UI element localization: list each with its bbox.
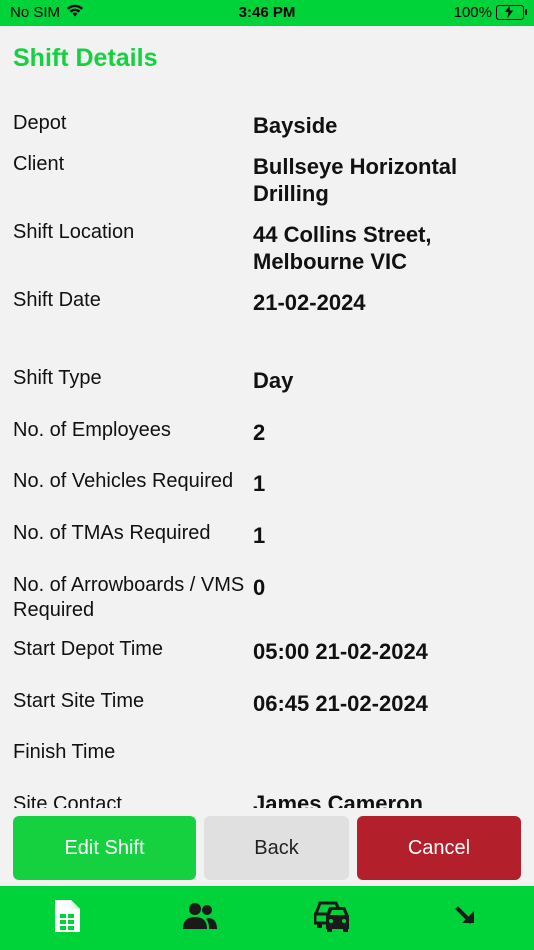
detail-label: Shift Location	[13, 221, 135, 243]
car-icon	[313, 900, 352, 937]
detail-label: No. of Employees	[13, 419, 171, 441]
detail-label: No. of Arrowboards / VMS Required	[13, 574, 245, 621]
action-bar: Edit Shift Back Cancel	[0, 808, 534, 886]
detail-label: No. of TMAs Required	[13, 522, 211, 544]
tab-vehicles[interactable]	[313, 898, 353, 938]
shift-details-list[interactable]: Depot Bayside Client Bullseye Horizontal…	[0, 96, 534, 808]
detail-value: 05:00 21-02-2024	[253, 639, 428, 664]
page-title: Shift Details	[13, 44, 158, 72]
people-icon	[182, 902, 218, 935]
detail-label: Start Depot Time	[13, 638, 164, 660]
detail-label: Finish Time	[13, 741, 116, 763]
tab-finish[interactable]	[447, 898, 487, 938]
detail-value: James Cameron	[253, 791, 423, 808]
back-button[interactable]: Back	[204, 816, 349, 880]
detail-value: 21-02-2024	[253, 290, 366, 315]
detail-value: 2	[253, 420, 266, 445]
detail-value: 06:45 21-02-2024	[253, 691, 428, 716]
status-bar-right: 100%	[453, 4, 527, 21]
detail-label: Shift Type	[13, 367, 102, 389]
arrow-down-right-icon	[454, 903, 480, 934]
detail-value: 1	[253, 523, 266, 548]
cancel-button[interactable]: Cancel	[357, 816, 521, 880]
battery-percent: 100%	[453, 4, 492, 21]
bottom-tab-bar	[0, 886, 534, 950]
detail-value: 1	[253, 471, 266, 496]
detail-label: Shift Date	[13, 289, 101, 311]
detail-label: Site Contact	[13, 793, 122, 808]
detail-label: Client	[13, 153, 65, 175]
detail-label: Start Site Time	[13, 690, 145, 712]
tab-employees[interactable]	[180, 898, 220, 938]
sheet-icon	[52, 899, 82, 938]
detail-value: Day	[253, 368, 294, 393]
detail-label: Depot	[13, 112, 67, 134]
tab-shift-details[interactable]	[47, 898, 87, 938]
status-bar: No SIM 3:46 PM 100%	[0, 0, 534, 26]
detail-value: 44 Collins Street, Melbourne VIC	[253, 222, 432, 274]
detail-value: Bullseye Horizontal Drilling	[253, 154, 458, 206]
edit-shift-button[interactable]: Edit Shift	[13, 816, 196, 880]
battery-icon	[496, 5, 527, 20]
detail-value: Bayside	[253, 113, 338, 138]
detail-value: 0	[253, 575, 266, 600]
detail-label: No. of Vehicles Required	[13, 470, 234, 492]
